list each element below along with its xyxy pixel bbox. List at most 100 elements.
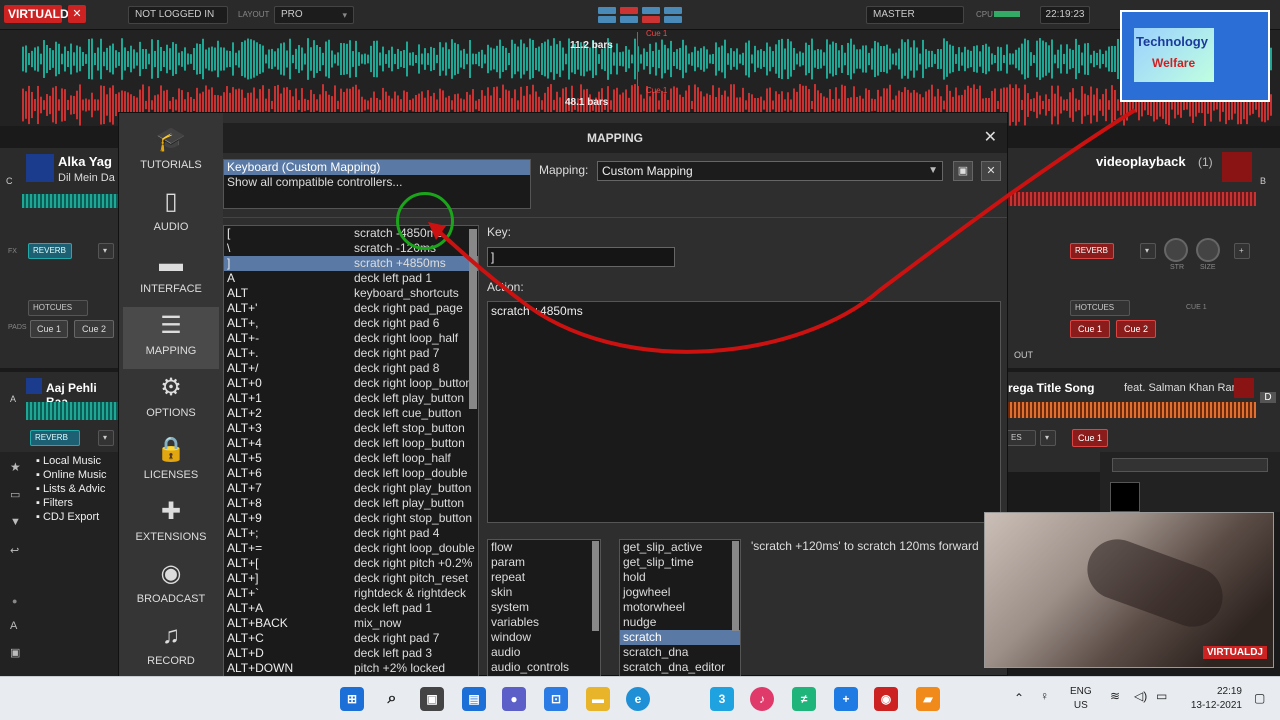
- verb-item[interactable]: motorwheel: [620, 600, 740, 615]
- browser-item[interactable]: ▪ Filters: [36, 496, 118, 510]
- browser-item[interactable]: ▪ Lists & Advic: [36, 482, 118, 496]
- fx-dropdown[interactable]: ▾: [1040, 430, 1056, 446]
- controller-list[interactable]: Keyboard (Custom Mapping) Show all compa…: [223, 159, 531, 209]
- nav-interface[interactable]: ▬ INTERFACE: [123, 245, 219, 307]
- fx-select[interactable]: REVERB: [30, 430, 80, 446]
- back-icon[interactable]: ↩: [10, 544, 19, 557]
- filter-icon[interactable]: ▼: [10, 516, 21, 528]
- widgets-icon[interactable]: ▤: [462, 687, 486, 711]
- controller-item[interactable]: Keyboard (Custom Mapping): [224, 160, 530, 175]
- file-explorer-icon[interactable]: ▬: [586, 687, 610, 711]
- verb-list[interactable]: get_slip_active get_slip_time hold jogwheel…: [619, 539, 741, 677]
- show-all-controllers[interactable]: Show all compatible controllers...: [224, 175, 530, 190]
- action-editor[interactable]: scratch +4850ms: [487, 301, 1001, 523]
- key-mapping-row[interactable]: ALT+6 deck left loop_double: [224, 466, 478, 481]
- editor-icon[interactable]: ▰: [916, 687, 940, 711]
- key-mapping-row[interactable]: ALT+= deck right loop_double: [224, 541, 478, 556]
- nav-record[interactable]: ♫ RECORD: [123, 617, 219, 679]
- category-item[interactable]: repeat: [488, 570, 600, 585]
- microphone-icon[interactable]: ♀: [1040, 689, 1049, 703]
- chat-icon[interactable]: ●: [502, 687, 526, 711]
- virtualdj-taskbar-icon[interactable]: ◉: [874, 687, 898, 711]
- login-button[interactable]: NOT LOGGED IN: [128, 6, 228, 24]
- key-mapping-row[interactable]: ALT+3 deck left stop_button: [224, 421, 478, 436]
- verb-item[interactable]: scratch_dna: [620, 645, 740, 660]
- fx-select[interactable]: REVERB: [28, 243, 72, 259]
- fx-dropdown[interactable]: ▾: [1140, 243, 1156, 259]
- layout-select[interactable]: PRO ▾: [274, 6, 354, 24]
- add-fx-button[interactable]: +: [1234, 243, 1250, 259]
- category-item[interactable]: skin: [488, 585, 600, 600]
- key-mapping-row[interactable]: ALT+` rightdeck & rightdeck: [224, 586, 478, 601]
- key-mapping-row[interactable]: ALT+. deck right pad 7: [224, 346, 478, 361]
- verb-item[interactable]: scratch_dna_editor: [620, 660, 740, 675]
- key-mapping-row[interactable]: ALT+4 deck left loop_button: [224, 436, 478, 451]
- hotcues-select[interactable]: HOTCUES: [28, 300, 88, 316]
- fx-select[interactable]: ES: [1006, 430, 1036, 446]
- key-mapping-row[interactable]: ALT keyboard_shortcuts: [224, 286, 478, 301]
- category-item[interactable]: variables: [488, 615, 600, 630]
- key-mapping-row[interactable]: ALT+1 deck left play_button: [224, 391, 478, 406]
- taskbar-clock[interactable]: 22:19 13-12-2021: [1182, 685, 1242, 713]
- wifi-icon[interactable]: ≋: [1110, 689, 1120, 703]
- fx-dropdown[interactable]: ▾: [98, 243, 114, 259]
- nav-options[interactable]: ⚙ OPTIONS: [123, 369, 219, 431]
- nav-audio[interactable]: ▯ AUDIO: [123, 183, 219, 245]
- category-item[interactable]: audio_controls: [488, 660, 600, 675]
- mini-waveform[interactable]: [1006, 402, 1256, 418]
- key-mapping-row[interactable]: ALT+- deck right loop_half: [224, 331, 478, 346]
- search-icon[interactable]: ⌕: [380, 687, 404, 711]
- nav-tutorials[interactable]: 🎓 TUTORIALS: [123, 121, 219, 183]
- fx-dropdown[interactable]: ▾: [98, 430, 114, 446]
- windows-start-icon[interactable]: ⊞: [340, 687, 364, 711]
- browser-item[interactable]: ▪ Local Music: [36, 454, 118, 468]
- nav-broadcast[interactable]: ◉ BROADCAST: [123, 555, 219, 617]
- language-indicator[interactable]: ENG US: [1070, 685, 1092, 713]
- category-item[interactable]: param: [488, 555, 600, 570]
- key-mapping-row[interactable]: ALT+BACK mix_now: [224, 616, 478, 631]
- key-mapping-row[interactable]: ALT+C deck right pad 7: [224, 631, 478, 646]
- mapping-select[interactable]: Custom Mapping ▼: [597, 161, 943, 181]
- category-list[interactable]: flow param repeat skin system variables window…: [487, 539, 601, 677]
- close-app-icon[interactable]: ✕: [68, 5, 86, 23]
- task-view-icon[interactable]: ▣: [420, 687, 444, 711]
- delete-mapping-button[interactable]: ✕: [981, 161, 1001, 181]
- key-mapping-row[interactable]: ALT+DOWN pitch +2% locked: [224, 661, 478, 676]
- verb-item[interactable]: jogwheel: [620, 585, 740, 600]
- cue-2-button[interactable]: Cue 2: [74, 320, 114, 338]
- browser-item[interactable]: ▪ CDJ Export: [36, 510, 118, 524]
- key-mapping-row[interactable]: ALT+A deck left pad 1: [224, 601, 478, 616]
- deck-top-waveform[interactable]: [22, 38, 1272, 80]
- key-mapping-row[interactable]: ALT+/ deck right pad 8: [224, 361, 478, 376]
- app-icon[interactable]: ≠: [792, 687, 816, 711]
- category-item[interactable]: flow: [488, 540, 600, 555]
- category-item[interactable]: system: [488, 600, 600, 615]
- category-scrollbar[interactable]: [592, 541, 599, 631]
- key-mapping-row[interactable]: ] scratch +4850ms: [224, 256, 478, 271]
- key-input[interactable]: [487, 247, 675, 267]
- notification-icon[interactable]: ▢: [1254, 691, 1265, 705]
- verb-item[interactable]: scratch: [620, 630, 740, 645]
- key-mapping-row[interactable]: ALT+7 deck right play_button: [224, 481, 478, 496]
- key-mapping-row[interactable]: ALT+, deck right pad 6: [224, 316, 478, 331]
- volume-icon[interactable]: ◁): [1134, 689, 1147, 703]
- font-size-icon[interactable]: A: [10, 620, 17, 632]
- master-volume[interactable]: MASTER: [866, 6, 964, 24]
- category-item[interactable]: window: [488, 630, 600, 645]
- browser-item[interactable]: ▪ Online Music: [36, 468, 118, 482]
- mixer-layout-icons[interactable]: [596, 5, 684, 25]
- mini-waveform[interactable]: [22, 194, 118, 208]
- app-3-icon[interactable]: 3: [710, 687, 734, 711]
- fx-select[interactable]: REVERB: [1070, 243, 1114, 259]
- key-mapping-row[interactable]: ALT+; deck right pad 4: [224, 526, 478, 541]
- chevron-up-icon[interactable]: ⌃: [1014, 691, 1024, 705]
- key-mapping-row[interactable]: ALT+0 deck right loop_button: [224, 376, 478, 391]
- cue-1-button[interactable]: Cue 1: [1072, 429, 1108, 447]
- key-mapping-list[interactable]: [scratch -4850ms \ scratch -120ms] scratch …: [223, 225, 479, 677]
- battery-icon[interactable]: ▭: [1156, 689, 1167, 703]
- nav-extensions[interactable]: ✚ EXTENSIONS: [123, 493, 219, 555]
- music-icon[interactable]: ♪: [750, 687, 774, 711]
- loop-out-button[interactable]: OUT: [1014, 350, 1033, 360]
- key-mapping-row[interactable]: ALT+D deck left pad 3: [224, 646, 478, 661]
- key-mapping-row[interactable]: ALT+5 deck left loop_half: [224, 451, 478, 466]
